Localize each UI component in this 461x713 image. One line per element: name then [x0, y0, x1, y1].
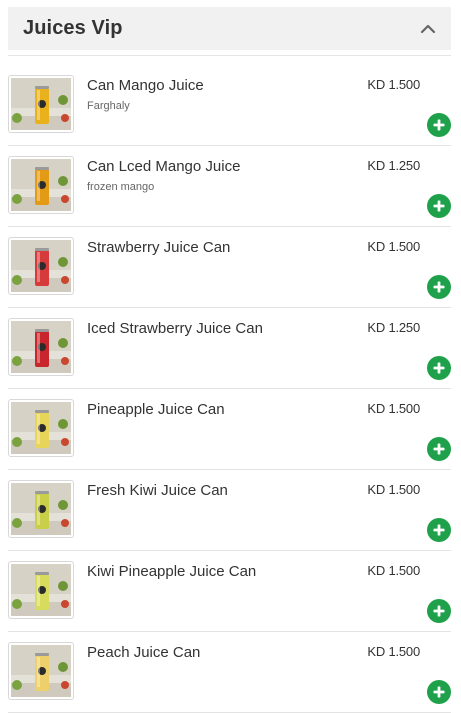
- product-image: [8, 237, 74, 295]
- add-to-cart-button[interactable]: [427, 437, 451, 461]
- item-price: KD 1.500: [367, 563, 420, 578]
- product-image: [8, 318, 74, 376]
- item-name: Fresh Kiwi Juice Can: [87, 482, 228, 499]
- section-title: Juices Vip: [23, 17, 123, 39]
- item-name: Kiwi Pineapple Juice Can: [87, 563, 257, 580]
- item-name: Strawberry Juice Can: [87, 239, 231, 256]
- menu-item[interactable]: Strawberry Juice Can KD 1.500: [8, 227, 451, 308]
- plus-icon: [433, 605, 445, 617]
- plus-icon: [433, 200, 445, 212]
- product-image: [8, 642, 74, 700]
- add-to-cart-button[interactable]: [427, 599, 451, 623]
- plus-icon: [433, 443, 445, 455]
- menu-item-list: Can Mango Juice Farghaly KD 1.500 Can Lc…: [8, 65, 451, 713]
- section-header[interactable]: Juices Vip: [8, 7, 451, 50]
- add-to-cart-button[interactable]: [427, 194, 451, 218]
- item-name: Peach Juice Can: [87, 644, 201, 661]
- add-to-cart-button[interactable]: [427, 275, 451, 299]
- add-to-cart-button[interactable]: [427, 356, 451, 380]
- menu-item[interactable]: Can Mango Juice Farghaly KD 1.500: [8, 65, 451, 146]
- plus-icon: [433, 686, 445, 698]
- product-image: [8, 480, 74, 538]
- menu-item[interactable]: Kiwi Pineapple Juice Can KD 1.500: [8, 551, 451, 632]
- plus-icon: [433, 362, 445, 374]
- item-name: Can Mango Juice: [87, 77, 204, 94]
- menu-item[interactable]: Fresh Kiwi Juice Can KD 1.500: [8, 470, 451, 551]
- menu-item[interactable]: Iced Strawberry Juice Can KD 1.250: [8, 308, 451, 389]
- product-image: [8, 561, 74, 619]
- add-to-cart-button[interactable]: [427, 680, 451, 704]
- product-image: [8, 156, 74, 214]
- add-to-cart-button[interactable]: [427, 518, 451, 542]
- plus-icon: [433, 281, 445, 293]
- item-price: KD 1.500: [367, 644, 420, 659]
- menu-item[interactable]: Peach Juice Can KD 1.500: [8, 632, 451, 713]
- plus-icon: [433, 524, 445, 536]
- item-price: KD 1.250: [367, 158, 420, 173]
- item-price: KD 1.250: [367, 320, 420, 335]
- plus-icon: [433, 119, 445, 131]
- item-price: KD 1.500: [367, 401, 420, 416]
- chevron-up-icon[interactable]: [419, 20, 437, 38]
- item-price: KD 1.500: [367, 482, 420, 497]
- item-price: KD 1.500: [367, 77, 420, 92]
- product-image: [8, 399, 74, 457]
- menu-item[interactable]: Can Lced Mango Juice frozen mango KD 1.2…: [8, 146, 451, 227]
- item-name: Can Lced Mango Juice: [87, 158, 241, 175]
- section-divider: [8, 55, 451, 56]
- add-to-cart-button[interactable]: [427, 113, 451, 137]
- item-description: frozen mango: [87, 181, 155, 193]
- item-name: Pineapple Juice Can: [87, 401, 225, 418]
- product-image: [8, 75, 74, 133]
- item-name: Iced Strawberry Juice Can: [87, 320, 263, 337]
- item-price: KD 1.500: [367, 239, 420, 254]
- menu-item[interactable]: Pineapple Juice Can KD 1.500: [8, 389, 451, 470]
- item-description: Farghaly: [87, 100, 130, 112]
